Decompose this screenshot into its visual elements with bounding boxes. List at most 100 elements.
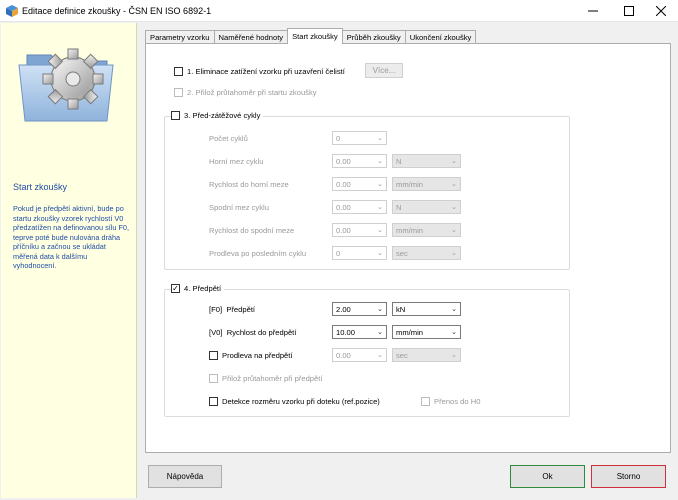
dwell-after-unit[interactable]: sec ⌄ — [392, 246, 461, 260]
detect-checkbox[interactable] — [209, 397, 218, 406]
upper-speed-unit[interactable]: mm/min ⌄ — [392, 177, 461, 191]
transfer-checkbox[interactable] — [421, 397, 430, 406]
more-button[interactable]: Více... — [365, 63, 403, 78]
chevron-down-icon: ⌄ — [377, 181, 383, 188]
dwell-after-unit-value: sec — [396, 248, 408, 258]
chevron-down-icon: ⌄ — [377, 250, 383, 257]
v0-unit-value: mm/min — [396, 327, 423, 337]
chevron-down-icon: ⌄ — [451, 352, 457, 359]
cycles-count-label: Počet cyklů — [209, 134, 248, 143]
f0-tag: [F0] — [209, 305, 223, 314]
lower-speed-combo[interactable]: 0.00 ⌄ — [332, 223, 387, 237]
preload-cycles-checkbox[interactable] — [171, 111, 180, 120]
chevron-down-icon: ⌄ — [377, 306, 383, 313]
maximize-button[interactable] — [612, 0, 646, 22]
preload-cycles-group: 3. Před-zátěžové cykly Počet cyklů 0 ⌄ Ho… — [164, 111, 570, 270]
preload-cycles-title: 3. Před-zátěžové cykly — [171, 111, 264, 120]
chevron-down-icon: ⌄ — [451, 204, 457, 211]
help-heading: Start zkoušky — [13, 182, 68, 192]
lower-speed-value: 0.00 — [336, 225, 351, 235]
chevron-down-icon: ⌄ — [451, 306, 457, 313]
tab-panel-start: 1. Eliminace zatížení vzorku při uzavřen… — [145, 43, 671, 453]
opt2-label: 2. Přilož průtahoměr při startu zkoušky — [187, 88, 317, 97]
ok-button[interactable]: Ok — [510, 465, 585, 488]
upper-limit-combo[interactable]: 0.00 ⌄ — [332, 154, 387, 168]
chevron-down-icon: ⌄ — [377, 135, 383, 142]
chevron-down-icon: ⌄ — [451, 227, 457, 234]
detect-label: Detekce rozměru vzorku při doteku (ref.p… — [222, 397, 380, 406]
cycles-count-value: 0 — [336, 133, 341, 143]
chevron-down-icon: ⌄ — [377, 204, 383, 211]
lower-speed-unit-value: mm/min — [396, 225, 423, 235]
v0-unit[interactable]: mm/min ⌄ — [392, 325, 461, 339]
preload-title: 4. Předpětí — [171, 284, 225, 293]
preload-cycles-label: 3. Před-zátěžové cykly — [184, 111, 261, 120]
v0-label: [V0] Rychlost do předpětí — [209, 328, 296, 337]
opt2-row: 2. Přilož průtahoměr při startu zkoušky — [174, 88, 317, 97]
v0-value: 10.00 — [336, 327, 356, 337]
chevron-down-icon: ⌄ — [451, 329, 457, 336]
dwell-after-value: 0 — [336, 248, 341, 258]
tab-ukonceni-zkousky[interactable]: Ukončení zkoušky — [404, 30, 477, 44]
upper-limit-label: Horní mez cyklu — [209, 157, 264, 166]
dwell-combo[interactable]: 0.00 ⌄ — [332, 348, 387, 362]
chevron-down-icon: ⌄ — [377, 227, 383, 234]
chevron-down-icon: ⌄ — [451, 250, 457, 257]
lower-speed-unit[interactable]: mm/min ⌄ — [392, 223, 461, 237]
preload-group: 4. Předpětí [F0] Předpětí 2.00 ⌄ kN ⌄ [V0]… — [164, 284, 570, 417]
upper-speed-unit-value: mm/min — [396, 179, 423, 189]
tab-strip: Parametry vzorku Naměřené hodnoty Start … — [145, 28, 477, 44]
tab-parametry-vzorku[interactable]: Parametry vzorku — [145, 30, 215, 44]
minimize-button[interactable] — [576, 0, 610, 22]
v0-combo[interactable]: 10.00 ⌄ — [332, 325, 387, 339]
dwell-after-label: Prodleva po posledním cyklu — [209, 249, 307, 258]
tab-prubeh-zkousky[interactable]: Průběh zkoušky — [341, 30, 406, 44]
cycles-count-combo[interactable]: 0 ⌄ — [332, 131, 387, 145]
f0-value: 2.00 — [336, 304, 351, 314]
dwell-row: Prodleva na předpětí — [209, 351, 293, 360]
chevron-down-icon: ⌄ — [451, 158, 457, 165]
lower-speed-label: Rychlost do spodní meze — [209, 226, 295, 235]
lower-limit-unit[interactable]: N ⌄ — [392, 200, 461, 214]
extensometer-checkbox[interactable] — [209, 374, 218, 383]
maximize-icon — [624, 6, 634, 16]
cancel-button[interactable]: Storno — [591, 465, 666, 488]
upper-speed-combo[interactable]: 0.00 ⌄ — [332, 177, 387, 191]
preload-checkbox[interactable] — [171, 284, 180, 293]
opt1-label: 1. Eliminace zatížení vzorku při uzavřen… — [187, 67, 345, 76]
chevron-down-icon: ⌄ — [377, 158, 383, 165]
help-description: Pokud je předpětí aktivní, bude po start… — [13, 204, 130, 270]
dwell-unit-value: sec — [396, 350, 408, 360]
dwell-value: 0.00 — [336, 350, 351, 360]
preload-label: 4. Předpětí — [184, 284, 222, 293]
dwell-after-combo[interactable]: 0 ⌄ — [332, 246, 387, 260]
opt1-row: 1. Eliminace zatížení vzorku při uzavřen… — [174, 67, 345, 76]
chevron-down-icon: ⌄ — [451, 181, 457, 188]
dwell-unit[interactable]: sec ⌄ — [392, 348, 461, 362]
opt1-checkbox[interactable] — [174, 67, 183, 76]
extensometer-label: Přilož průtahoměr při předpětí — [222, 374, 323, 383]
close-icon — [656, 6, 666, 16]
help-panel: Start zkoušky Pokud je předpětí aktivní,… — [1, 23, 137, 498]
upper-speed-value: 0.00 — [336, 179, 351, 189]
f0-combo[interactable]: 2.00 ⌄ — [332, 302, 387, 316]
dwell-label: Prodleva na předpětí — [222, 351, 293, 360]
window-title: Editace definice zkoušky - ČSN EN ISO 68… — [22, 6, 212, 16]
extensometer-row: Přilož průtahoměr při předpětí — [209, 374, 322, 383]
dwell-checkbox[interactable] — [209, 351, 218, 360]
tab-start-zkousky[interactable]: Start zkoušky — [287, 28, 343, 44]
title-bar: Editace definice zkoušky - ČSN EN ISO 68… — [0, 0, 678, 22]
lower-limit-value: 0.00 — [336, 202, 351, 212]
close-button[interactable] — [644, 0, 678, 22]
lower-limit-unit-value: N — [396, 202, 402, 212]
upper-limit-unit[interactable]: N ⌄ — [392, 154, 461, 168]
help-button[interactable]: Nápověda — [148, 465, 222, 488]
chevron-down-icon: ⌄ — [377, 352, 383, 359]
tab-namerene-hodnoty[interactable]: Naměřené hodnoty — [213, 30, 289, 44]
f0-unit[interactable]: kN ⌄ — [392, 302, 461, 316]
opt2-checkbox[interactable] — [174, 88, 183, 97]
lower-limit-label: Spodní mez cyklu — [209, 203, 269, 212]
minimize-icon — [588, 10, 598, 12]
f0-unit-value: kN — [396, 304, 406, 314]
lower-limit-combo[interactable]: 0.00 ⌄ — [332, 200, 387, 214]
